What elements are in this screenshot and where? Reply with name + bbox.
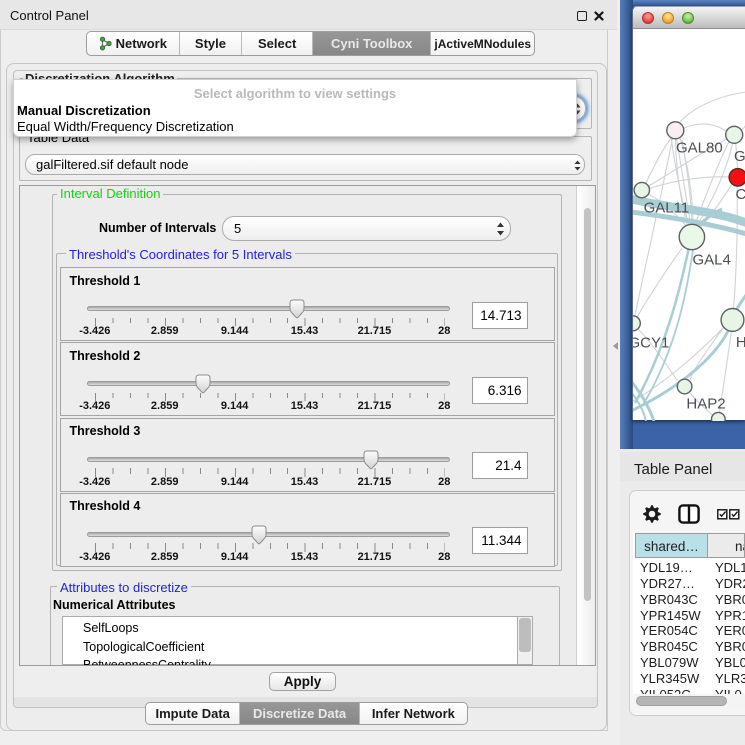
svg-text:HAP2: HAP2 [686,396,725,413]
svg-text:GAL4: GAL4 [693,252,731,269]
svg-text:HI: HI [736,334,745,351]
svg-text:CY: CY [736,186,745,203]
svg-text:GAL2: GAL2 [734,148,745,165]
svg-text:GAL80: GAL80 [676,140,723,157]
svg-text:GCY1: GCY1 [633,335,669,352]
svg-text:GAL11: GAL11 [644,199,690,216]
